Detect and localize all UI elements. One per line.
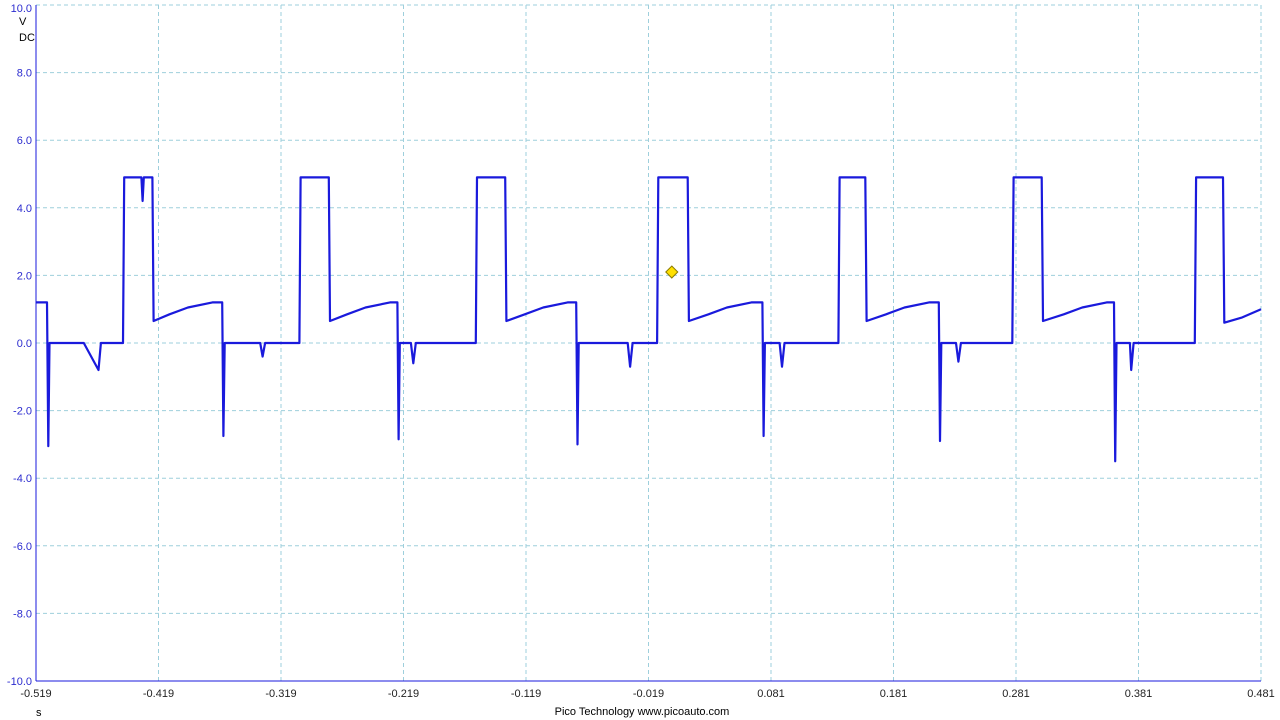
x-tick-label: 0.081 [757,688,785,700]
x-tick-label: -0.319 [265,688,296,700]
y-tick-label: 10.0 [11,3,32,15]
x-unit-label: s [36,707,42,719]
y-tick-label: 0.0 [17,338,32,350]
x-tick-label: 0.181 [880,688,908,700]
x-tick-label: 0.381 [1125,688,1153,700]
y-tick-label: -2.0 [13,406,32,418]
y-tick-label: -6.0 [13,541,32,553]
y-tick-label: -8.0 [13,608,32,620]
x-tick-label: -0.119 [511,688,541,700]
x-tick-labels: -0.519 -0.419 -0.319 -0.219 -0.119 -0.019 0.08… [20,688,1274,700]
x-tick-label: 0.281 [1002,688,1030,700]
coupling-label: DC [19,32,35,44]
y-tick-label: -4.0 [13,473,32,485]
y-tick-label: 6.0 [17,135,32,147]
x-tick-label: -0.419 [143,688,174,700]
footer-brand: Pico Technology www.picoauto.com [555,706,730,718]
x-tick-label: -0.519 [20,688,51,700]
y-unit-label: V [19,16,27,28]
x-tick-label: -0.019 [633,688,664,700]
y-tick-label: 8.0 [17,68,32,80]
y-tick-label: 4.0 [17,203,32,215]
y-tick-label: -10.0 [7,676,32,688]
x-tick-label: -0.219 [388,688,419,700]
oscilloscope-chart: 10.0 8.0 6.0 4.0 2.0 0.0 -2.0 -4.0 -6.0 -8.0 -10.0… [7,3,1275,719]
x-tick-label: 0.481 [1247,688,1275,700]
y-tick-labels: 10.0 8.0 6.0 4.0 2.0 0.0 -2.0 -4.0 -6.0 -8.0 -10.0 [7,3,32,688]
y-tick-label: 2.0 [17,270,32,282]
